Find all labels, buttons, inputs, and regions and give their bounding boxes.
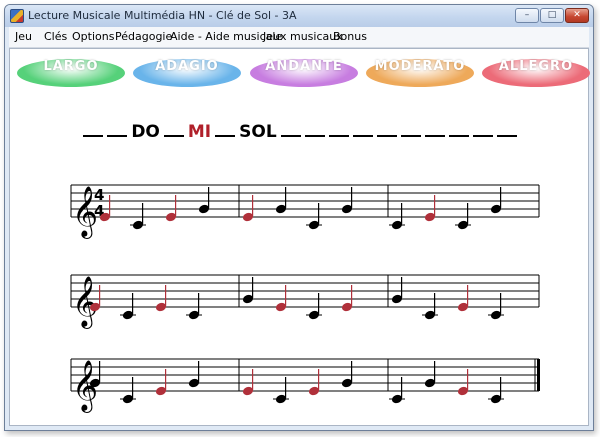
menu-options[interactable]: Options <box>72 30 114 43</box>
menu-cles[interactable]: Clés <box>44 30 67 43</box>
menu-jeux-musicaux[interactable]: Jeux musicaux <box>263 30 343 43</box>
game-area: LARGO ADAGIO ANDANTE MODERATO ALLEGRO DO… <box>9 48 590 426</box>
music-score: 𝄞44𝄞𝄞 <box>70 184 540 413</box>
title-bar: Lecture Musicale Multimédia HN - Clé de … <box>5 5 593 27</box>
maximize-button[interactable]: □ <box>540 8 564 23</box>
final-barline <box>537 359 540 391</box>
app-window: Lecture Musicale Multimédia HN - Clé de … <box>4 4 594 431</box>
menu-jeu[interactable]: Jeu <box>15 30 32 43</box>
menu-bonus[interactable]: Bonus <box>333 30 367 43</box>
app-icon <box>10 9 24 23</box>
menu-bar: Jeu Clés Options Pédagogie Aide - Aide m… <box>9 27 589 48</box>
treble-clef-icon: 𝄞 <box>72 276 98 329</box>
menu-pedagogie[interactable]: Pédagogie <box>115 30 172 43</box>
window-title: Lecture Musicale Multimédia HN - Clé de … <box>28 9 297 22</box>
minimize-button[interactable]: – <box>515 8 539 23</box>
close-button[interactable]: ✕ <box>565 8 589 23</box>
